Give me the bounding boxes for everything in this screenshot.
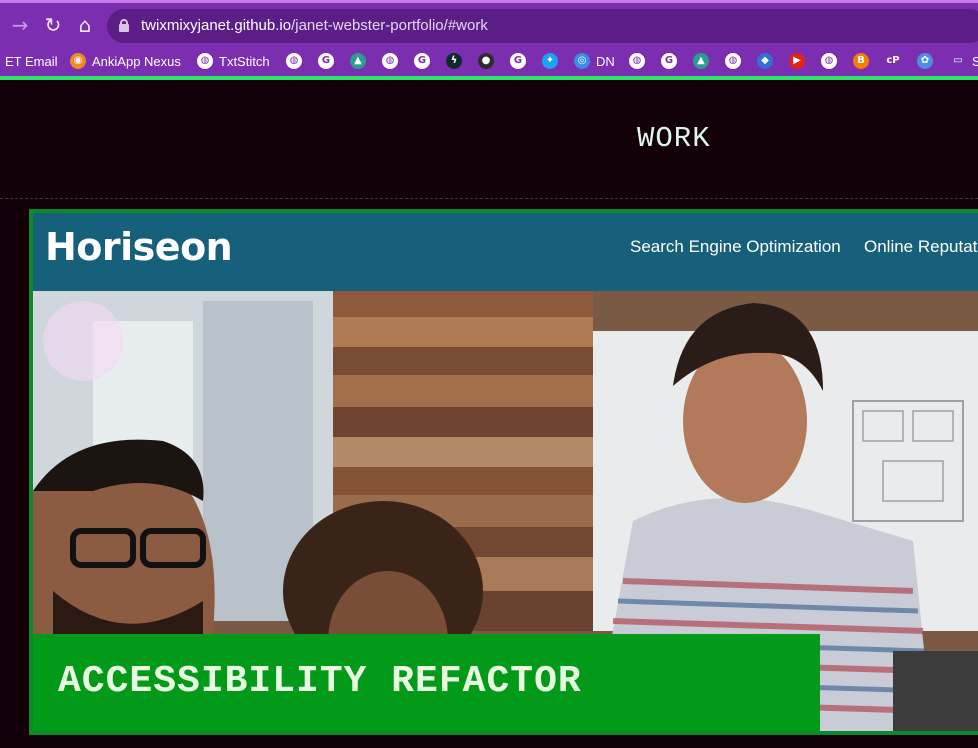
bookmark-item[interactable]: B	[853, 52, 869, 70]
bookmark-item[interactable]: ✿	[917, 52, 933, 70]
bookmark-item[interactable]: ◍	[725, 52, 741, 70]
google-icon: G	[661, 53, 677, 69]
url-host: twixmixyjanet.github.io	[141, 17, 292, 34]
bookmark-item[interactable]: ◎ DN	[574, 52, 615, 70]
project-nav-item: Search Engine Optimization	[630, 237, 841, 256]
bookmark-item[interactable]: ◍	[821, 52, 837, 70]
bookmark-label: ET Email	[5, 53, 58, 69]
dn-icon: ◎	[574, 53, 590, 69]
drive-icon: ▲	[693, 53, 709, 69]
url-path: /janet-webster-portfolio/#work	[291, 17, 488, 34]
drive-icon: ▲	[350, 53, 366, 69]
bolt-icon: ϟ	[446, 53, 462, 69]
bookmark-item[interactable]: ▶	[789, 52, 805, 70]
bookmark-item[interactable]: G	[318, 52, 334, 70]
bookmark-item[interactable]: ▭ S	[950, 52, 978, 70]
bookmark-item[interactable]: G	[414, 52, 430, 70]
bookmark-label: TxtStitch	[219, 53, 270, 69]
bookmark-item[interactable]: ▲	[693, 52, 709, 70]
bookmark-item[interactable]: ◍	[382, 52, 398, 70]
bookmark-item[interactable]: ◍ TxtStitch	[197, 52, 270, 70]
bookmark-label: S	[972, 53, 978, 69]
globe-icon: ◍	[382, 53, 398, 69]
project-nav-item: Online Reputati	[864, 237, 978, 256]
project-card[interactable]: Horiseon Search Engine Optimization Onli…	[29, 209, 978, 735]
blogger-icon: B	[853, 53, 869, 69]
bookmark-item[interactable]: ✦	[542, 52, 558, 70]
globe-icon: ◍	[197, 53, 213, 69]
google-icon: G	[414, 53, 430, 69]
project-caption-banner[interactable]: ACCESSIBILITY REFACTOR	[33, 634, 820, 731]
bookmark-item[interactable]: ▲	[350, 52, 366, 70]
shield-icon: ◆	[757, 53, 773, 69]
bookmark-item[interactable]: ◆	[757, 52, 773, 70]
google-icon: G	[318, 53, 334, 69]
reload-icon[interactable]: ↻	[41, 13, 65, 37]
lock-icon[interactable]	[119, 19, 129, 32]
bookmark-item[interactable]: ●	[478, 52, 494, 70]
bookmark-item[interactable]: G	[510, 52, 526, 70]
bookmark-label: AnkiApp Nexus	[92, 53, 181, 69]
folder-icon: ▭	[950, 53, 966, 69]
bookmark-item[interactable]: ET Email	[5, 52, 58, 70]
ankiapp-icon: ◉	[70, 53, 86, 69]
bookmark-item[interactable]: ϟ	[446, 52, 462, 70]
back-arrow-icon[interactable]: →	[8, 13, 32, 37]
bookmark-item[interactable]: G	[661, 52, 677, 70]
accessibility-icon: ✿	[917, 53, 933, 69]
globe-icon: ◍	[629, 53, 645, 69]
bookmark-item[interactable]: ◍	[629, 52, 645, 70]
youtube-icon: ▶	[789, 53, 805, 69]
browser-toolbar: → ↻ ⌂ twixmixyjanet.github.io/janet-webs…	[0, 0, 978, 46]
bookmarks-bar: ET Email ◉ AnkiApp Nexus ◍ TxtStitch ◍ G ▲ ◍ Gϟ ● G…	[0, 46, 978, 76]
section-title: WORK	[637, 122, 711, 155]
bookmark-item[interactable]: ◉ AnkiApp Nexus	[70, 52, 181, 70]
bookmark-item[interactable]: ◍	[286, 52, 302, 70]
project-screenshot-header: Horiseon Search Engine Optimization Onli…	[33, 213, 978, 291]
cp-icon: cP	[885, 53, 901, 69]
ghost-icon: ●	[478, 53, 494, 69]
horiseon-logo: Horiseon	[45, 225, 233, 269]
url-text[interactable]: twixmixyjanet.github.io/janet-webster-po…	[141, 17, 488, 34]
bookmark-item[interactable]: cP	[885, 52, 901, 70]
twitter-icon: ✦	[542, 53, 558, 69]
address-bar[interactable]: twixmixyjanet.github.io/janet-webster-po…	[107, 9, 978, 43]
google-icon: G	[510, 53, 526, 69]
bookmark-label: DN	[596, 53, 615, 69]
home-icon[interactable]: ⌂	[73, 13, 97, 37]
project-caption: ACCESSIBILITY REFACTOR	[58, 660, 582, 703]
globe-icon: ◍	[286, 53, 302, 69]
globe-icon: ◍	[725, 53, 741, 69]
portfolio-page: WORK Horiseon Search Engine Optimization…	[0, 80, 978, 748]
globe-icon: ◍	[821, 53, 837, 69]
section-divider	[0, 198, 978, 199]
